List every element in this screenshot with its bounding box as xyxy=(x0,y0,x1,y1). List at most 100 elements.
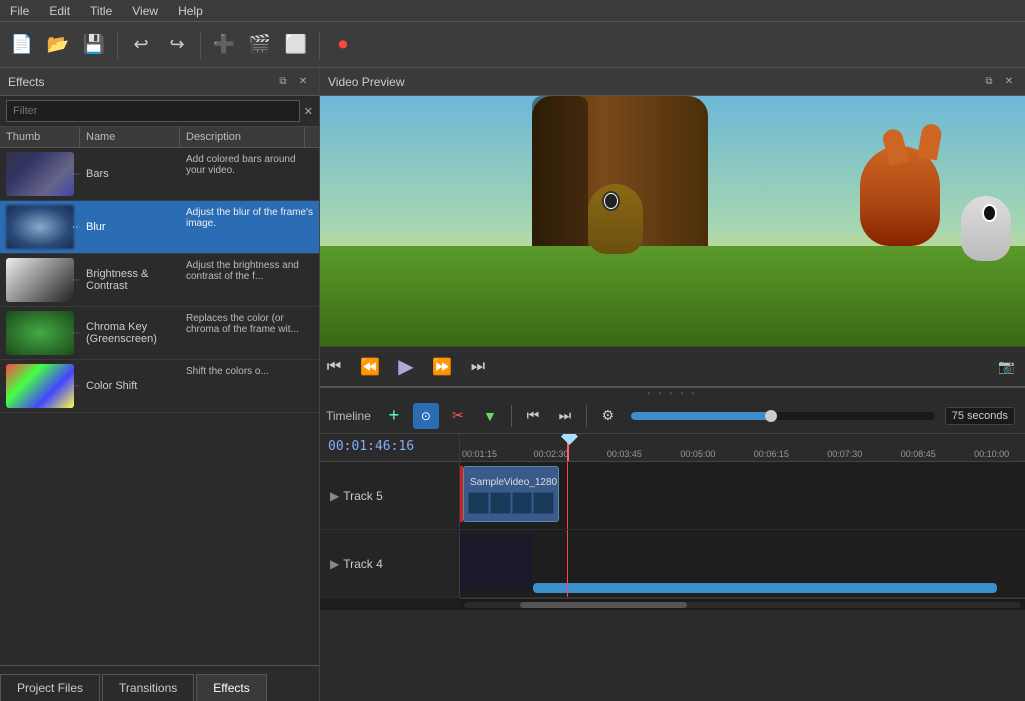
menu-view[interactable]: View xyxy=(122,2,168,20)
effects-panel-controls: ⧉ ✕ xyxy=(275,74,311,90)
timeline-transition-down-button[interactable]: ▼ xyxy=(477,403,503,429)
effect-menu-dots-colorshift[interactable]: ··· xyxy=(72,381,80,392)
effect-desc-chromakey: Replaces the color (or chroma of the fra… xyxy=(180,307,319,359)
timeline-body: 00:01:46:16 ▶ Track 5 ▶ Track 4 xyxy=(320,434,1025,610)
timeline-content: 00:01:15 00:02:30 00:03:45 00:05:00 00:0… xyxy=(460,434,1025,610)
ruler-label-00845: 00:08:45 xyxy=(901,449,936,459)
col-desc: Description xyxy=(180,127,305,147)
toolbar-separator-1 xyxy=(117,31,118,59)
timeline-sep-2 xyxy=(586,405,587,427)
track4-expand-icon[interactable]: ▶ xyxy=(330,557,339,571)
effects-table-header: Thumb Name Description xyxy=(0,127,319,148)
new-button[interactable]: 📄 xyxy=(6,29,38,61)
film-frame-1 xyxy=(468,492,489,514)
effect-thumb-chromakey: ··· xyxy=(0,307,80,359)
skip-end-button[interactable]: ⏭ xyxy=(464,353,492,381)
effect-name-bars: Bars xyxy=(80,148,180,200)
open-button[interactable]: 📂 xyxy=(42,29,74,61)
filter-clear-button[interactable]: ✕ xyxy=(304,105,313,118)
redo-button[interactable]: ↪ xyxy=(161,29,193,61)
menu-help[interactable]: Help xyxy=(168,2,213,20)
undo-button[interactable]: ↩ xyxy=(125,29,157,61)
snapshot-button[interactable]: 📷 xyxy=(998,359,1015,375)
ruler-label-00615: 00:06:15 xyxy=(754,449,789,459)
timeline-scrubber[interactable] xyxy=(631,412,935,420)
effect-row-colorshift[interactable]: ··· Color Shift Shift the colors o... xyxy=(0,360,319,413)
effect-menu-dots-chromakey[interactable]: ··· xyxy=(72,328,80,339)
timeline-magnet-button[interactable]: ⊙ xyxy=(413,403,439,429)
timeline-drag-handle[interactable]: • • • • • xyxy=(320,388,1025,398)
timeline-title: Timeline xyxy=(326,409,371,423)
effect-row-blur[interactable]: ··· Blur Adjust the blur of the frame's … xyxy=(0,201,319,254)
effect-name-chromakey: Chroma Key (Greenscreen) xyxy=(80,307,180,359)
video-preview-controls: ⧉ ✕ xyxy=(981,74,1017,90)
timeline-hscroll[interactable] xyxy=(460,598,1025,610)
effect-menu-dots-blur[interactable]: ··· xyxy=(72,222,80,233)
timeline-skip-end-button[interactable]: ⏭ xyxy=(552,403,578,429)
col-thumb: Thumb xyxy=(0,127,80,147)
timeline-duration-label: 75 seconds xyxy=(945,407,1015,425)
save-button[interactable]: 💾 xyxy=(78,29,110,61)
effects-panel-title: Effects xyxy=(8,75,44,89)
menu-file[interactable]: File xyxy=(0,2,39,20)
skip-start-button[interactable]: ⏮ xyxy=(320,353,348,381)
ruler-label-01000: 00:10:00 xyxy=(974,449,1009,459)
track5-expand-icon[interactable]: ▶ xyxy=(330,489,339,503)
track4-playhead xyxy=(567,530,568,597)
track5-playhead xyxy=(567,462,568,529)
fullscreen-button[interactable]: ⬜ xyxy=(280,29,312,61)
record-button[interactable]: ⏺ xyxy=(327,29,359,61)
video-preview-area xyxy=(320,96,1025,346)
effect-desc-brightness: Adjust the brightness and contrast of th… xyxy=(180,254,319,306)
hscroll-thumb[interactable] xyxy=(520,602,687,608)
effects-panel-float-button[interactable]: ⧉ xyxy=(275,74,291,90)
timeline-skip-start-button[interactable]: ⏮ xyxy=(520,403,546,429)
effect-menu-dots-bars[interactable]: ··· xyxy=(72,169,80,180)
video-preview-float-button[interactable]: ⧉ xyxy=(981,74,997,90)
effect-menu-dots-brightness[interactable]: ··· xyxy=(72,275,80,286)
rewind-button[interactable]: ⏪ xyxy=(356,353,384,381)
track4-label: ▶ Track 4 xyxy=(320,530,460,598)
track5-filmstrip xyxy=(468,492,554,514)
timeline-ruler[interactable]: 00:01:15 00:02:30 00:03:45 00:05:00 00:0… xyxy=(460,434,1025,462)
filter-input[interactable] xyxy=(6,100,300,122)
timeline-settings-button[interactable]: ⚙ xyxy=(595,403,621,429)
effect-row-brightness[interactable]: ··· Brightness & Contrast Adjust the bri… xyxy=(0,254,319,307)
timeline-add-track-button[interactable]: + xyxy=(381,403,407,429)
effect-row-bars[interactable]: ··· Bars Add colored bars around your vi… xyxy=(0,148,319,201)
ruler-label-00345: 00:03:45 xyxy=(607,449,642,459)
timeline-timestamp: 00:01:46:16 xyxy=(320,434,459,459)
effect-desc-colorshift: Shift the colors o... xyxy=(180,360,319,412)
effects-panel-header: Effects ⧉ ✕ xyxy=(0,68,319,96)
menu-edit[interactable]: Edit xyxy=(39,2,80,20)
tab-effects[interactable]: Effects xyxy=(196,674,266,701)
video-preview-close-button[interactable]: ✕ xyxy=(1001,74,1017,90)
timeline-scrubber-thumb[interactable] xyxy=(765,410,777,422)
menu-title[interactable]: Title xyxy=(80,2,122,20)
track4-blue-bar[interactable] xyxy=(533,583,996,593)
fast-forward-button[interactable]: ⏩ xyxy=(428,353,456,381)
import-button[interactable]: ➕ xyxy=(208,29,240,61)
track5-label: ▶ Track 5 xyxy=(320,462,460,530)
effect-row-chromakey[interactable]: ··· Chroma Key (Greenscreen) Replaces th… xyxy=(0,307,319,360)
track4-content[interactable] xyxy=(460,530,1025,598)
toolbar-separator-3 xyxy=(319,31,320,59)
ruler-label-00730: 00:07:30 xyxy=(827,449,862,459)
effect-name-brightness: Brightness & Contrast xyxy=(80,254,180,306)
play-button[interactable]: ▶ xyxy=(392,353,420,381)
track5-content[interactable]: SampleVideo_1280... xyxy=(460,462,1025,530)
effects-panel-close-button[interactable]: ✕ xyxy=(295,74,311,90)
tab-transitions[interactable]: Transitions xyxy=(102,674,194,701)
video-controls: ⏮ ⏪ ▶ ⏩ ⏭ 📷 xyxy=(320,346,1025,386)
track5-clip[interactable]: SampleVideo_1280... xyxy=(463,466,559,522)
effect-name-blur: Blur xyxy=(80,201,180,253)
ruler-label-00230: 00:02:30 xyxy=(533,449,568,459)
timeline-razor-button[interactable]: ✂ xyxy=(445,403,471,429)
export-button[interactable]: 🎬 xyxy=(244,29,276,61)
left-panel: Effects ⧉ ✕ ✕ Thumb Name Description ··· xyxy=(0,68,320,701)
video-preview-title: Video Preview xyxy=(328,75,405,89)
main-area: Effects ⧉ ✕ ✕ Thumb Name Description ··· xyxy=(0,68,1025,701)
tab-project-files[interactable]: Project Files xyxy=(0,674,100,701)
effect-thumb-colorshift: ··· xyxy=(0,360,80,412)
track5-clip-left-border xyxy=(460,466,463,522)
